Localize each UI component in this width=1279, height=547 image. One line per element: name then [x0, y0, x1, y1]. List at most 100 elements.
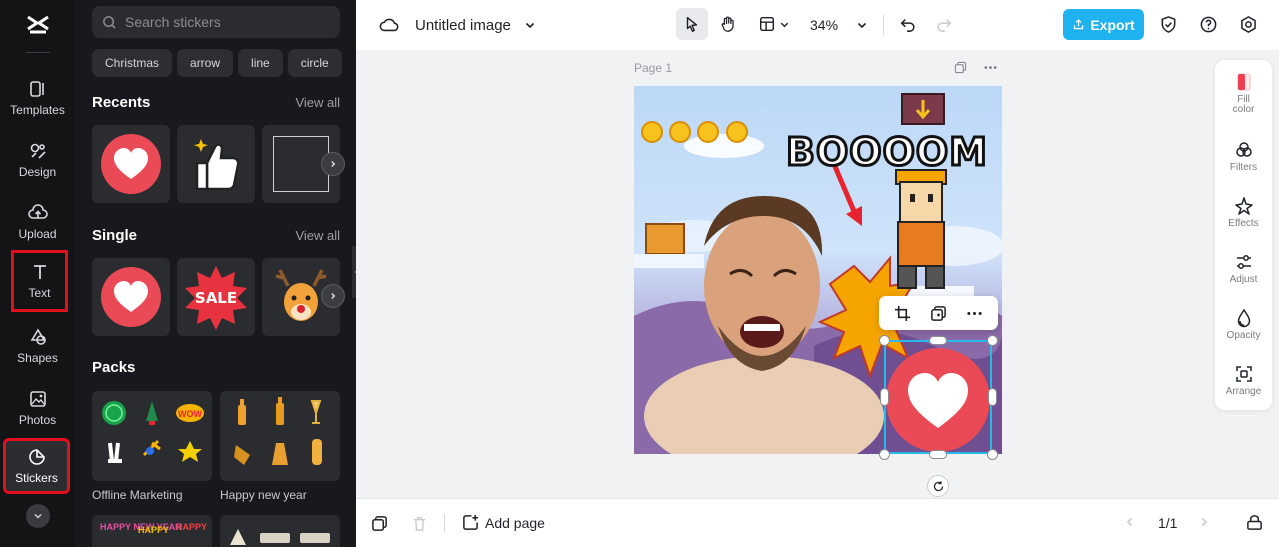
sticker-search-input[interactable]	[125, 14, 325, 30]
sticker-thumbs-up[interactable]	[177, 125, 255, 203]
single-scroll-right[interactable]	[321, 284, 345, 308]
page-label: Page 1	[634, 61, 673, 75]
rail-item-design[interactable]: Design	[4, 132, 71, 188]
page-more-icon[interactable]	[983, 61, 999, 75]
right-tool-panel: Fill color Filters Effects Adjust Opacit…	[1215, 60, 1272, 410]
shapes-icon	[30, 328, 46, 345]
pack-offline-marketing[interactable]: WOW	[92, 391, 212, 481]
rail-label: Photos	[18, 413, 57, 427]
chip-christmas[interactable]: Christmas	[92, 49, 173, 77]
rail-label: Shapes	[17, 351, 58, 365]
chevron-down-icon	[857, 22, 867, 29]
resize-handle-top-right[interactable]	[987, 335, 998, 346]
booom-text: BOOOOM	[785, 129, 989, 176]
resize-handle-left[interactable]	[880, 388, 889, 406]
duplicate-icon[interactable]	[930, 305, 947, 322]
rail-item-photos[interactable]: Photos	[4, 380, 71, 436]
tool-effects[interactable]: Effects	[1215, 196, 1272, 229]
fill-color-icon	[1237, 73, 1250, 91]
rotate-handle[interactable]	[927, 475, 949, 497]
toolbar-divider	[883, 15, 884, 35]
rail-label: Text	[28, 286, 51, 300]
layout-icon	[759, 16, 775, 32]
filters-icon	[1235, 142, 1252, 157]
recents-scroll-right[interactable]	[321, 152, 345, 176]
document-title[interactable]: Untitled image	[415, 15, 511, 35]
sticker-search-box[interactable]	[92, 6, 340, 38]
selection-box[interactable]	[884, 340, 992, 454]
tool-adjust[interactable]: Adjust	[1215, 252, 1272, 285]
undo-button[interactable]	[896, 12, 920, 36]
rail-label: Stickers	[15, 471, 58, 485]
capcut-logo[interactable]	[24, 10, 52, 38]
tool-opacity[interactable]: Opacity	[1215, 308, 1272, 341]
resize-handle-bottom-left[interactable]	[879, 449, 890, 460]
rail-item-shapes[interactable]: Shapes	[4, 318, 71, 374]
chevron-left-icon	[1126, 517, 1133, 527]
sticker-sale[interactable]: SALE	[177, 258, 255, 336]
rail-item-templates[interactable]: Templates	[4, 70, 71, 126]
resize-handle-top-left[interactable]	[879, 335, 890, 346]
pack-party[interactable]	[220, 515, 340, 547]
rail-item-stickers[interactable]: Stickers	[3, 438, 70, 494]
templates-icon	[29, 81, 44, 97]
layout-tool-button[interactable]	[754, 8, 794, 40]
duplicate-page-icon[interactable]	[954, 61, 968, 75]
resize-handle-top[interactable]	[929, 336, 947, 345]
pack-happy-new-year[interactable]	[220, 391, 340, 481]
chevron-right-icon	[331, 293, 336, 299]
help-button[interactable]	[1197, 13, 1219, 35]
resize-handle-bottom[interactable]	[929, 450, 947, 459]
rail-more-button[interactable]	[26, 504, 50, 528]
chip-circle[interactable]: circle	[287, 49, 342, 77]
pack-happy-new-year-text[interactable]: HAPPY NEW YEAR HAPPY HAPPY	[92, 515, 212, 547]
export-button[interactable]: Export	[1063, 9, 1144, 40]
tool-filters[interactable]: Filters	[1215, 140, 1272, 173]
page-panel-button[interactable]	[1246, 514, 1263, 531]
rail-label: Upload	[18, 227, 57, 241]
redo-button[interactable]	[932, 12, 956, 36]
tool-label: Filters	[1229, 162, 1258, 173]
chip-line[interactable]: line	[238, 49, 283, 77]
packs-title: Packs	[92, 359, 136, 376]
tool-label: color	[1232, 104, 1255, 115]
bottom-divider	[444, 514, 445, 532]
resize-handle-bottom-right[interactable]	[987, 449, 998, 460]
rail-item-text[interactable]: Text	[11, 250, 68, 312]
arrange-icon	[1235, 366, 1252, 382]
offline-marketing-preview: WOW	[102, 401, 204, 463]
adjust-sliders-icon	[1236, 255, 1251, 269]
duplicate-page-button[interactable]	[371, 515, 388, 532]
page-counter: 1/1	[1158, 515, 1178, 531]
prev-page-button[interactable]	[1124, 516, 1136, 528]
settings-button[interactable]	[1237, 13, 1259, 35]
cloud-sync-icon[interactable]	[378, 14, 400, 36]
happy-new-year-preview	[234, 397, 322, 465]
select-tool-button[interactable]	[676, 8, 708, 40]
recents-view-all[interactable]: View all	[295, 95, 340, 110]
rail-item-upload[interactable]: Upload	[4, 194, 71, 250]
resize-handle-right[interactable]	[988, 388, 997, 406]
tool-fill-color[interactable]: Fill color	[1215, 72, 1272, 115]
sticker-heart[interactable]	[92, 125, 170, 203]
canvas-workspace[interactable]: Page 1 BOOOOM	[356, 50, 1279, 498]
single-view-all[interactable]: View all	[295, 228, 340, 243]
chip-arrow[interactable]: arrow	[177, 49, 234, 77]
hand-tool-button[interactable]	[712, 8, 744, 40]
next-page-button[interactable]	[1198, 516, 1210, 528]
delete-page-button[interactable]	[411, 515, 428, 532]
crop-icon[interactable]	[894, 305, 911, 322]
sticker-heart-single[interactable]	[92, 258, 170, 336]
svg-text:HAPPY: HAPPY	[138, 525, 169, 535]
tool-arrange[interactable]: Arrange	[1215, 364, 1272, 397]
chevron-down-icon[interactable]	[520, 15, 540, 35]
zoom-level[interactable]: 34%	[810, 15, 838, 35]
zoom-dropdown-button[interactable]	[854, 15, 870, 35]
more-options-icon[interactable]	[966, 305, 983, 322]
add-page-button[interactable]: Add page	[462, 514, 545, 531]
hand-icon	[721, 16, 734, 32]
trash-icon	[413, 517, 426, 531]
sale-text: SALE	[195, 289, 237, 307]
bottom-bar: Add page 1/1	[356, 498, 1279, 547]
shield-button[interactable]	[1157, 13, 1179, 35]
